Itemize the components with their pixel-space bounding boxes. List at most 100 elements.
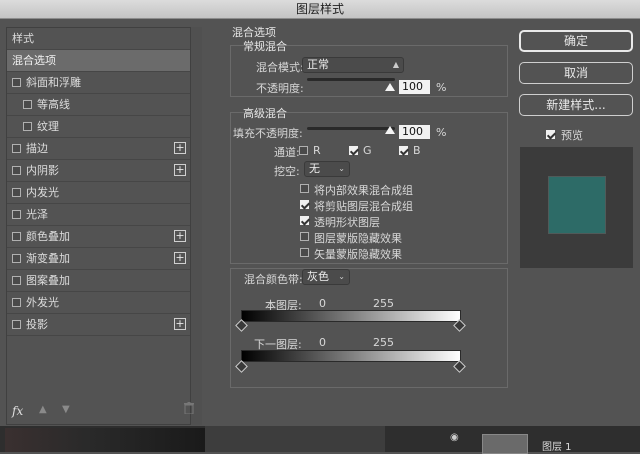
- style-item-checkbox[interactable]: [23, 100, 32, 109]
- style-item-checkbox[interactable]: [23, 122, 32, 131]
- style-item[interactable]: 光泽: [7, 204, 190, 226]
- add-effect-icon[interactable]: +: [174, 142, 186, 154]
- fill-opacity-input[interactable]: 100: [399, 125, 430, 139]
- opacity-slider-thumb[interactable]: [385, 83, 395, 91]
- style-item-checkbox[interactable]: [12, 210, 21, 219]
- chevron-down-icon: ⌄: [338, 272, 345, 281]
- style-item[interactable]: 颜色叠加 +: [7, 226, 190, 248]
- style-item-checkbox[interactable]: [12, 254, 21, 263]
- style-list-toolbar: fx ▲ ▼: [6, 400, 202, 424]
- channel-b-label: B: [413, 144, 421, 157]
- add-effect-icon[interactable]: +: [174, 318, 186, 330]
- opacity-label: 不透明度:: [256, 82, 304, 95]
- style-item-label: 内发光: [26, 186, 59, 199]
- chevron-down-icon: ▲: [392, 60, 399, 69]
- style-item[interactable]: 渐变叠加 +: [7, 248, 190, 270]
- style-item-label: 描边: [26, 142, 48, 155]
- underlying-low-value: 0: [319, 336, 326, 349]
- style-item-checkbox[interactable]: [12, 144, 21, 153]
- style-item-label: 渐变叠加: [26, 252, 70, 265]
- layer-name[interactable]: 图层 1: [542, 438, 572, 453]
- general-blending-title: 常规混合: [243, 40, 287, 53]
- style-list: 样式 混合选项 斜面和浮雕 等高线 纹理 描边 + 内阴影 + 内发光 光泽 颜色叠加 + 渐变叠加 + 图…: [6, 27, 191, 425]
- style-item-checkbox[interactable]: [12, 166, 21, 175]
- canvas-fragment-2: [205, 426, 385, 452]
- cancel-button[interactable]: 取消: [519, 62, 633, 84]
- blend-if-label: 混合颜色带:: [244, 273, 303, 286]
- style-item-label: 斜面和浮雕: [26, 76, 81, 89]
- style-item-checkbox[interactable]: [12, 188, 21, 197]
- blend-mode-value: 正常: [307, 58, 329, 71]
- style-item-checkbox[interactable]: [12, 78, 21, 87]
- knockout-label: 挖空:: [274, 165, 300, 178]
- style-item[interactable]: 内阴影 +: [7, 160, 190, 182]
- preview-label: 预览: [561, 129, 583, 142]
- channel-g-checkbox[interactable]: [349, 146, 358, 155]
- channel-b-checkbox[interactable]: [399, 146, 408, 155]
- this-layer-low-value: 0: [319, 297, 326, 310]
- style-item[interactable]: 外发光: [7, 292, 190, 314]
- style-item-label: 颜色叠加: [26, 230, 70, 243]
- add-effect-icon[interactable]: +: [174, 252, 186, 264]
- ok-button[interactable]: 确定: [519, 30, 633, 52]
- style-item[interactable]: 投影 +: [7, 314, 190, 336]
- fx-button[interactable]: fx: [12, 404, 23, 418]
- blend-mode-label: 混合模式:: [256, 61, 304, 74]
- fill-opacity-slider-thumb[interactable]: [385, 126, 395, 134]
- advanced-option-label: 将剪贴图层混合成组: [314, 200, 413, 213]
- underlying-layer-gradient: [241, 350, 461, 362]
- opacity-percent: %: [436, 81, 447, 94]
- style-item-label: 外发光: [26, 296, 59, 309]
- style-item[interactable]: 斜面和浮雕: [7, 72, 190, 94]
- new-style-button[interactable]: 新建样式...: [519, 94, 633, 116]
- style-item-label: 投影: [26, 318, 48, 331]
- blend-if-value: 灰色: [307, 270, 329, 283]
- this-layer-gradient: [241, 310, 461, 322]
- advanced-option-label: 将内部效果混合成组: [314, 184, 413, 197]
- blend-mode-select[interactable]: 正常 ▲: [302, 57, 404, 73]
- opacity-input[interactable]: 100: [399, 80, 430, 94]
- advanced-option-checkbox[interactable]: [300, 184, 309, 193]
- style-item[interactable]: 描边 +: [7, 138, 190, 160]
- style-item[interactable]: 图案叠加: [7, 270, 190, 292]
- channels-label: 通道:: [274, 146, 300, 159]
- style-list-scrollbar[interactable]: [191, 27, 202, 425]
- advanced-option-checkbox[interactable]: [300, 232, 309, 241]
- add-effect-icon[interactable]: +: [174, 164, 186, 176]
- channel-r-checkbox[interactable]: [299, 146, 308, 155]
- advanced-option-checkbox[interactable]: [300, 200, 309, 209]
- style-list-header: 样式: [7, 28, 190, 50]
- knockout-value: 无: [309, 162, 320, 175]
- fill-opacity-label: 填充不透明度:: [233, 127, 303, 140]
- knockout-select[interactable]: 无 ⌄: [304, 161, 350, 177]
- advanced-option-checkbox[interactable]: [300, 216, 309, 225]
- style-item-label: 纹理: [37, 120, 59, 133]
- style-item[interactable]: 混合选项: [7, 50, 190, 72]
- eye-icon[interactable]: ◉: [450, 432, 459, 443]
- style-item-checkbox[interactable]: [12, 232, 21, 241]
- style-item-label: 等高线: [37, 98, 70, 111]
- style-item[interactable]: 等高线: [7, 94, 190, 116]
- preview-checkbox[interactable]: [546, 130, 555, 139]
- blend-if-select[interactable]: 灰色 ⌄: [302, 269, 350, 285]
- advanced-option-label: 透明形状图层: [314, 216, 380, 229]
- style-item-checkbox[interactable]: [12, 298, 21, 307]
- style-item[interactable]: 内发光: [7, 182, 190, 204]
- background-strip: ◉ 图层 1: [0, 426, 640, 454]
- style-item-checkbox[interactable]: [12, 276, 21, 285]
- trash-icon[interactable]: [184, 402, 194, 415]
- chevron-down-icon: ⌄: [338, 164, 345, 173]
- style-item-checkbox[interactable]: [12, 320, 21, 329]
- channel-r-label: R: [313, 144, 321, 157]
- style-item[interactable]: 纹理: [7, 116, 190, 138]
- move-up-icon[interactable]: ▲: [39, 404, 47, 415]
- opacity-slider[interactable]: [307, 78, 395, 81]
- channel-g-label: G: [363, 144, 372, 157]
- advanced-option-label: 图层蒙版隐藏效果: [314, 232, 402, 245]
- add-effect-icon[interactable]: +: [174, 230, 186, 242]
- style-item-label: 混合选项: [12, 54, 56, 67]
- fill-opacity-slider[interactable]: [307, 127, 395, 130]
- advanced-option-checkbox[interactable]: [300, 248, 309, 257]
- this-layer-high-value: 255: [373, 297, 394, 310]
- move-down-icon[interactable]: ▼: [62, 404, 70, 415]
